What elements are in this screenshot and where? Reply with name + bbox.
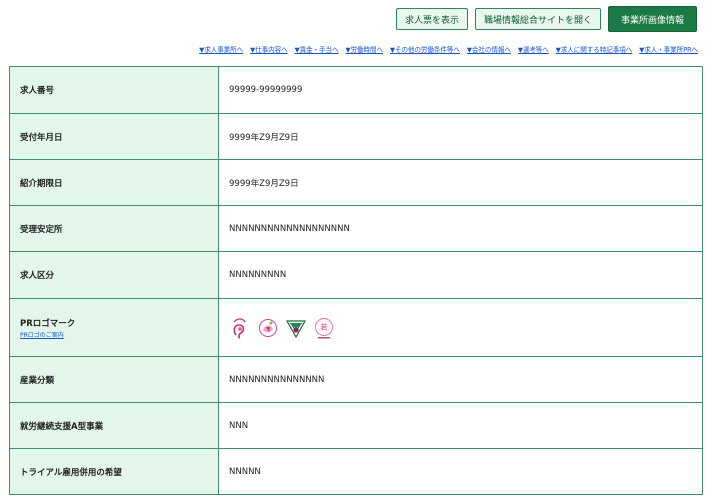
table-row: 求人区分 NNNNNNNNN [9, 251, 703, 299]
kurumin-logo-icon [233, 317, 246, 339]
open-workplace-site-button[interactable]: 職場情報総合サイトを開く [474, 8, 601, 30]
nav-link-other-conditions[interactable]: ▼その他の労働条件等へ [390, 44, 460, 54]
row-label: PRロゴマーク PRロゴのご案内 [9, 298, 219, 357]
row-label: 求人番号 [9, 66, 219, 114]
table-row: 産業分類 NNNNNNNNNNNNNNN [9, 356, 703, 403]
pr-logo-list: 若 [229, 316, 692, 340]
nav-link-working-hours[interactable]: ▼労働時間へ [346, 44, 384, 54]
table-row: 受理安定所 NNNNNNNNNNNNNNNNNNN [9, 205, 703, 252]
row-label: 就労継続支援A型事業 [9, 402, 219, 449]
job-category-value: NNNNNNNNN [218, 251, 703, 299]
industry-value: NNNNNNNNNNNNNNN [218, 356, 703, 403]
nav-link-selection[interactable]: ▼選考等へ [518, 44, 549, 54]
office-image-info-button[interactable]: 事業所画像情報 [607, 6, 697, 32]
platinum-kurumin-logo-icon [259, 318, 277, 337]
youth-yell-logo-icon: 若 [315, 317, 333, 338]
trial-employment-value: NNNNN [218, 448, 703, 495]
employment-support-a-value: NNN [218, 402, 703, 449]
job-number-value: 99999-99999999 [218, 66, 703, 114]
nav-link-pr[interactable]: ▼求人・事業所PRへ [639, 44, 698, 54]
toolbar: 求人票を表示 職場情報総合サイトを開く 事業所画像情報 [395, 6, 697, 32]
table-row: 就労継続支援A型事業 NNN [9, 402, 703, 449]
pr-logo-cell: 若 [218, 298, 703, 357]
receiving-office-value: NNNNNNNNNNNNNNNNNNN [218, 205, 703, 252]
row-label: 産業分類 [9, 356, 219, 403]
section-nav: ▼求人事業所へ ▼仕事内容へ ▼賃金・手当へ ▼労働時間へ ▼その他の労働条件等… [199, 44, 698, 54]
row-label: トライアル雇用併用の希望 [9, 448, 219, 495]
table-row: トライアル雇用併用の希望 NNNNN [9, 448, 703, 495]
job-info-table: 求人番号 99999-99999999 受付年月日 9999年Z9月Z9日 紹介… [9, 66, 703, 495]
nav-link-job-content[interactable]: ▼仕事内容へ [250, 44, 288, 54]
table-row: PRロゴマーク PRロゴのご案内 若 [9, 298, 703, 357]
nav-link-employer[interactable]: ▼求人事業所へ [199, 44, 243, 54]
row-label: 求人区分 [9, 251, 219, 299]
table-row: 求人番号 99999-99999999 [9, 66, 703, 114]
row-label: 受理安定所 [9, 205, 219, 252]
nav-link-wages[interactable]: ▼賃金・手当へ [295, 44, 339, 54]
nav-link-special-notes[interactable]: ▼求人に関する特記事項へ [556, 44, 633, 54]
pr-logo-label: PRロゴマーク [20, 318, 76, 329]
table-row: 紹介期限日 9999年Z9月Z9日 [9, 159, 703, 206]
row-label: 紹介期限日 [9, 159, 219, 206]
show-job-posting-button[interactable]: 求人票を表示 [395, 8, 468, 30]
nav-link-company-info[interactable]: ▼会社の情報へ [467, 44, 511, 54]
referral-deadline-value: 9999年Z9月Z9日 [218, 159, 703, 206]
pr-logo-guide-link[interactable]: PRロゴのご案内 [20, 330, 208, 339]
svg-text:若: 若 [321, 322, 328, 331]
row-label: 受付年月日 [9, 113, 219, 160]
eruboshi-logo-icon [285, 319, 307, 338]
reception-date-value: 9999年Z9月Z9日 [218, 113, 703, 160]
table-row: 受付年月日 9999年Z9月Z9日 [9, 113, 703, 160]
